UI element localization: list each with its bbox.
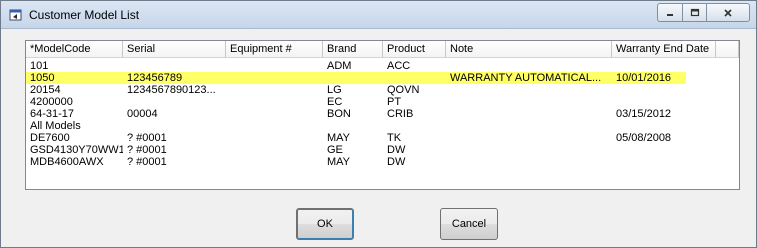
- cell-brand: MAY: [327, 156, 351, 168]
- cell-brand: EC: [327, 96, 343, 108]
- cell-equipment: [226, 108, 323, 120]
- cell-serial: [123, 120, 226, 132]
- cell-equipment: [226, 72, 323, 84]
- cell-model: MDB4600AWX: [30, 156, 104, 168]
- cell-note: [446, 108, 612, 120]
- cell-brand: ADM: [327, 60, 352, 72]
- cell-brand: GE: [327, 144, 343, 156]
- close-icon: [724, 8, 732, 17]
- cell-model: 4200000: [30, 96, 73, 108]
- column-header-modelcode[interactable]: *ModelCode: [26, 41, 123, 58]
- cell-brand: LG: [327, 84, 342, 96]
- table-row[interactable]: GSD4130Y70WW1 ? #0001 GE DW: [26, 144, 686, 156]
- cell-warranty: [612, 96, 716, 108]
- cell-serial: ? #0001: [127, 144, 167, 156]
- cell-serial: [123, 60, 226, 72]
- table-row[interactable]: All Models: [26, 120, 686, 132]
- window-title: Customer Model List: [29, 8, 140, 22]
- window-controls: [657, 3, 750, 22]
- cell-warranty: 10/01/2016: [616, 72, 672, 84]
- cell-product: DW: [387, 156, 406, 168]
- title-bar[interactable]: Customer Model List: [1, 1, 756, 29]
- cell-model: DE7600: [30, 132, 70, 144]
- customer-model-list-window: Customer Model List *ModelCode Serial Eq…: [0, 0, 757, 248]
- column-header-brand[interactable]: Brand: [323, 41, 383, 58]
- column-header-filler: [716, 41, 739, 58]
- table-row[interactable]: 101 ADM ACC: [26, 60, 686, 72]
- cell-note: [446, 144, 612, 156]
- cell-product: [383, 72, 446, 84]
- cancel-button[interactable]: Cancel: [440, 208, 498, 240]
- cell-product: QOVN: [387, 84, 420, 96]
- table-row[interactable]: 20154 1234567890123... LG QOVN: [26, 84, 686, 96]
- cell-serial: 123456789: [127, 72, 183, 84]
- column-header-serial[interactable]: Serial: [123, 41, 226, 58]
- cell-note: [446, 96, 612, 108]
- minimize-icon: [667, 13, 673, 16]
- table-row[interactable]: DE7600 ? #0001 MAY TK 05/08/2008: [26, 132, 686, 144]
- cell-model: GSD4130Y70WW1: [30, 144, 123, 156]
- cell-warranty: [612, 144, 716, 156]
- list-header: *ModelCode Serial Equipment # Brand Prod…: [26, 41, 739, 58]
- cell-warranty: 05/08/2008: [616, 132, 672, 144]
- cell-model: All Models: [30, 120, 81, 132]
- column-header-equipment[interactable]: Equipment #: [226, 41, 323, 58]
- cell-serial: 00004: [127, 108, 158, 120]
- cell-equipment: [226, 144, 323, 156]
- cell-note: WARRANTY AUTOMATICAL...: [450, 72, 602, 84]
- cell-note: [446, 132, 612, 144]
- cell-warranty: [612, 60, 716, 72]
- column-header-warranty-end-date[interactable]: Warranty End Date: [612, 41, 716, 58]
- cell-product: ACC: [387, 60, 411, 72]
- cell-product: [383, 120, 446, 132]
- cell-brand: MAY: [327, 132, 351, 144]
- cell-model: 101: [30, 60, 49, 72]
- cell-serial: [123, 96, 226, 108]
- cell-warranty: [612, 84, 716, 96]
- cell-product: TK: [387, 132, 402, 144]
- cell-product: DW: [387, 144, 406, 156]
- table-row[interactable]: 1050 123456789 WARRANTY AUTOMATICAL... 10/0…: [26, 72, 686, 84]
- cell-note: [446, 84, 612, 96]
- cell-brand: [323, 120, 383, 132]
- minimize-button[interactable]: [657, 3, 683, 22]
- cell-note: [446, 60, 612, 72]
- cell-equipment: [226, 120, 323, 132]
- table-row[interactable]: MDB4600AWX ? #0001 MAY DW: [26, 156, 686, 168]
- cell-serial: ? #0001: [127, 156, 167, 168]
- model-list[interactable]: *ModelCode Serial Equipment # Brand Prod…: [25, 40, 740, 190]
- maximize-button[interactable]: [682, 3, 707, 22]
- cell-model: 64-31-17: [30, 108, 75, 120]
- cell-serial: 1234567890123...: [127, 84, 216, 96]
- cell-note: [446, 156, 612, 168]
- cell-brand: BON: [327, 108, 351, 120]
- cell-equipment: [226, 156, 323, 168]
- cell-model: 1050: [30, 72, 55, 84]
- cell-equipment: [226, 84, 323, 96]
- cell-serial: ? #0001: [127, 132, 167, 144]
- cell-model: 20154: [30, 84, 61, 96]
- cell-warranty: [612, 156, 716, 168]
- cell-brand: [323, 72, 383, 84]
- close-button[interactable]: [706, 3, 750, 22]
- column-header-note[interactable]: Note: [446, 41, 612, 58]
- window-app-icon: [9, 8, 23, 22]
- cell-product: PT: [387, 96, 402, 108]
- column-header-product[interactable]: Product: [383, 41, 446, 58]
- cell-equipment: [226, 60, 323, 72]
- cell-note: [446, 120, 612, 132]
- cell-equipment: [226, 132, 323, 144]
- ok-button[interactable]: OK: [296, 208, 354, 240]
- cell-product: CRIB: [387, 108, 414, 120]
- cell-equipment: [226, 96, 323, 108]
- cell-warranty: [612, 120, 716, 132]
- table-row[interactable]: 64-31-17 00004 BON CRIB 03/15/2012: [26, 108, 686, 120]
- table-row[interactable]: 4200000 EC PT: [26, 96, 686, 108]
- cell-warranty: 03/15/2012: [616, 108, 672, 120]
- maximize-icon: [690, 8, 699, 16]
